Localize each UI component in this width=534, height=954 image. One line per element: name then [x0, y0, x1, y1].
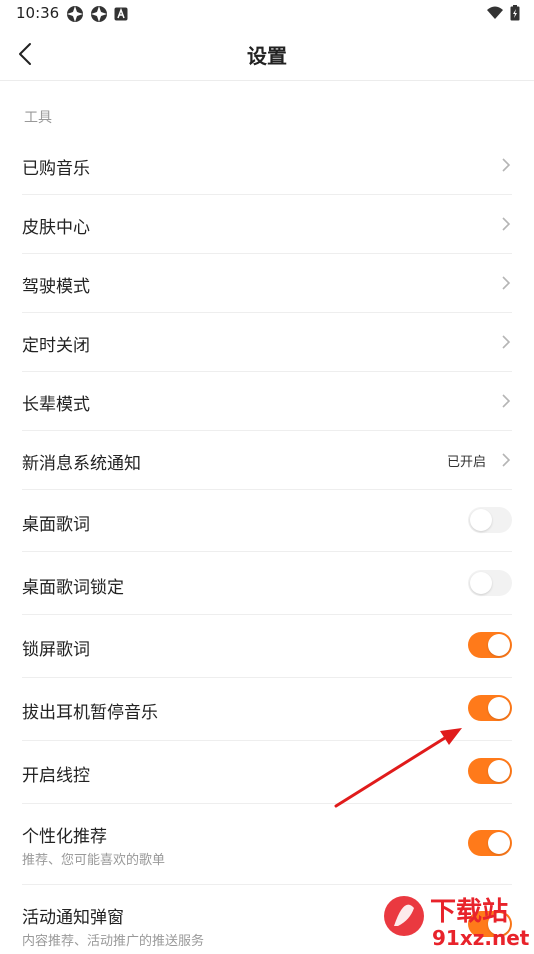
- row-subtitle: 推荐、您可能喜欢的歌单: [22, 853, 166, 868]
- settings-row-purchased-music[interactable]: 已购音乐: [22, 136, 512, 195]
- row-title: 锁屏歌词: [22, 640, 90, 660]
- settings-row-desktop-lyrics: 桌面歌词: [22, 490, 512, 552]
- toggle-knob: [470, 509, 492, 531]
- row-title: 定时关闭: [22, 336, 90, 356]
- status-time: 10:36: [16, 4, 60, 22]
- toggle-knob: [470, 572, 492, 594]
- toggle-knob: [488, 634, 510, 656]
- app-notification-icon: [91, 6, 107, 22]
- row-title: 桌面歌词: [22, 515, 90, 535]
- row-title: 新消息系统通知: [22, 454, 141, 474]
- notification-icons: [66, 5, 128, 23]
- settings-row-unplug-pause: 拔出耳机暂停音乐: [22, 678, 512, 741]
- system-icons: [486, 5, 520, 21]
- watermark-logo: 下载站 91xz.net: [380, 886, 534, 950]
- row-subtitle: 内容推荐、活动推广的推送服务: [22, 934, 205, 949]
- a-badge-icon: [114, 7, 128, 21]
- status-bar: 10:36: [0, 0, 534, 28]
- personalized-recommend-toggle[interactable]: [468, 830, 512, 856]
- row-title: 长辈模式: [22, 395, 90, 415]
- toggle-knob: [488, 832, 510, 854]
- toggle-knob: [488, 760, 510, 782]
- app-header: 设置: [0, 28, 534, 81]
- row-title: 开启线控: [22, 766, 90, 786]
- watermark-logo-icon: 下载站 91xz.net: [384, 896, 530, 950]
- chevron-right-icon: [502, 335, 511, 349]
- watermark-title: 下载站: [430, 897, 508, 927]
- wire-control-toggle[interactable]: [468, 758, 512, 784]
- app-notification-icon: [67, 6, 83, 22]
- watermark-domain: 91xz.net: [432, 926, 530, 950]
- row-title: 拔出耳机暂停音乐: [22, 703, 158, 723]
- chevron-right-icon: [502, 217, 511, 231]
- settings-row-elder-mode[interactable]: 长辈模式: [22, 372, 512, 431]
- settings-row-wire-control: 开启线控: [22, 741, 512, 804]
- chevron-right-icon: [502, 453, 511, 467]
- row-title: 活动通知弹窗: [22, 908, 124, 928]
- section-label-tools: 工具: [24, 110, 52, 126]
- row-title: 皮肤中心: [22, 218, 90, 238]
- chevron-right-icon: [502, 276, 511, 290]
- desktop-lyrics-lock-toggle[interactable]: [468, 570, 512, 596]
- settings-row-system-notification[interactable]: 新消息系统通知 已开启: [22, 431, 512, 490]
- settings-row-lockscreen-lyrics: 锁屏歌词: [22, 615, 512, 678]
- battery-icon: [510, 5, 520, 21]
- unplug-pause-toggle[interactable]: [468, 695, 512, 721]
- desktop-lyrics-toggle[interactable]: [468, 507, 512, 533]
- lockscreen-lyrics-toggle[interactable]: [468, 632, 512, 658]
- status-value: 已开启: [446, 455, 486, 470]
- settings-row-driving-mode[interactable]: 驾驶模式: [22, 254, 512, 313]
- chevron-right-icon: [502, 394, 511, 408]
- toggle-knob: [488, 697, 510, 719]
- row-title: 桌面歌词锁定: [22, 578, 124, 598]
- row-title: 驾驶模式: [22, 277, 90, 297]
- page-title: 设置: [247, 44, 287, 68]
- settings-row-skin-center[interactable]: 皮肤中心: [22, 195, 512, 254]
- wifi-icon: [487, 6, 503, 19]
- chevron-right-icon: [502, 158, 511, 172]
- settings-row-sleep-timer[interactable]: 定时关闭: [22, 313, 512, 372]
- row-title: 个性化推荐: [22, 827, 107, 847]
- row-title: 已购音乐: [22, 159, 90, 179]
- settings-row-desktop-lyrics-lock: 桌面歌词锁定: [22, 552, 512, 615]
- settings-row-personalized-recommend: 个性化推荐 推荐、您可能喜欢的歌单: [22, 804, 512, 885]
